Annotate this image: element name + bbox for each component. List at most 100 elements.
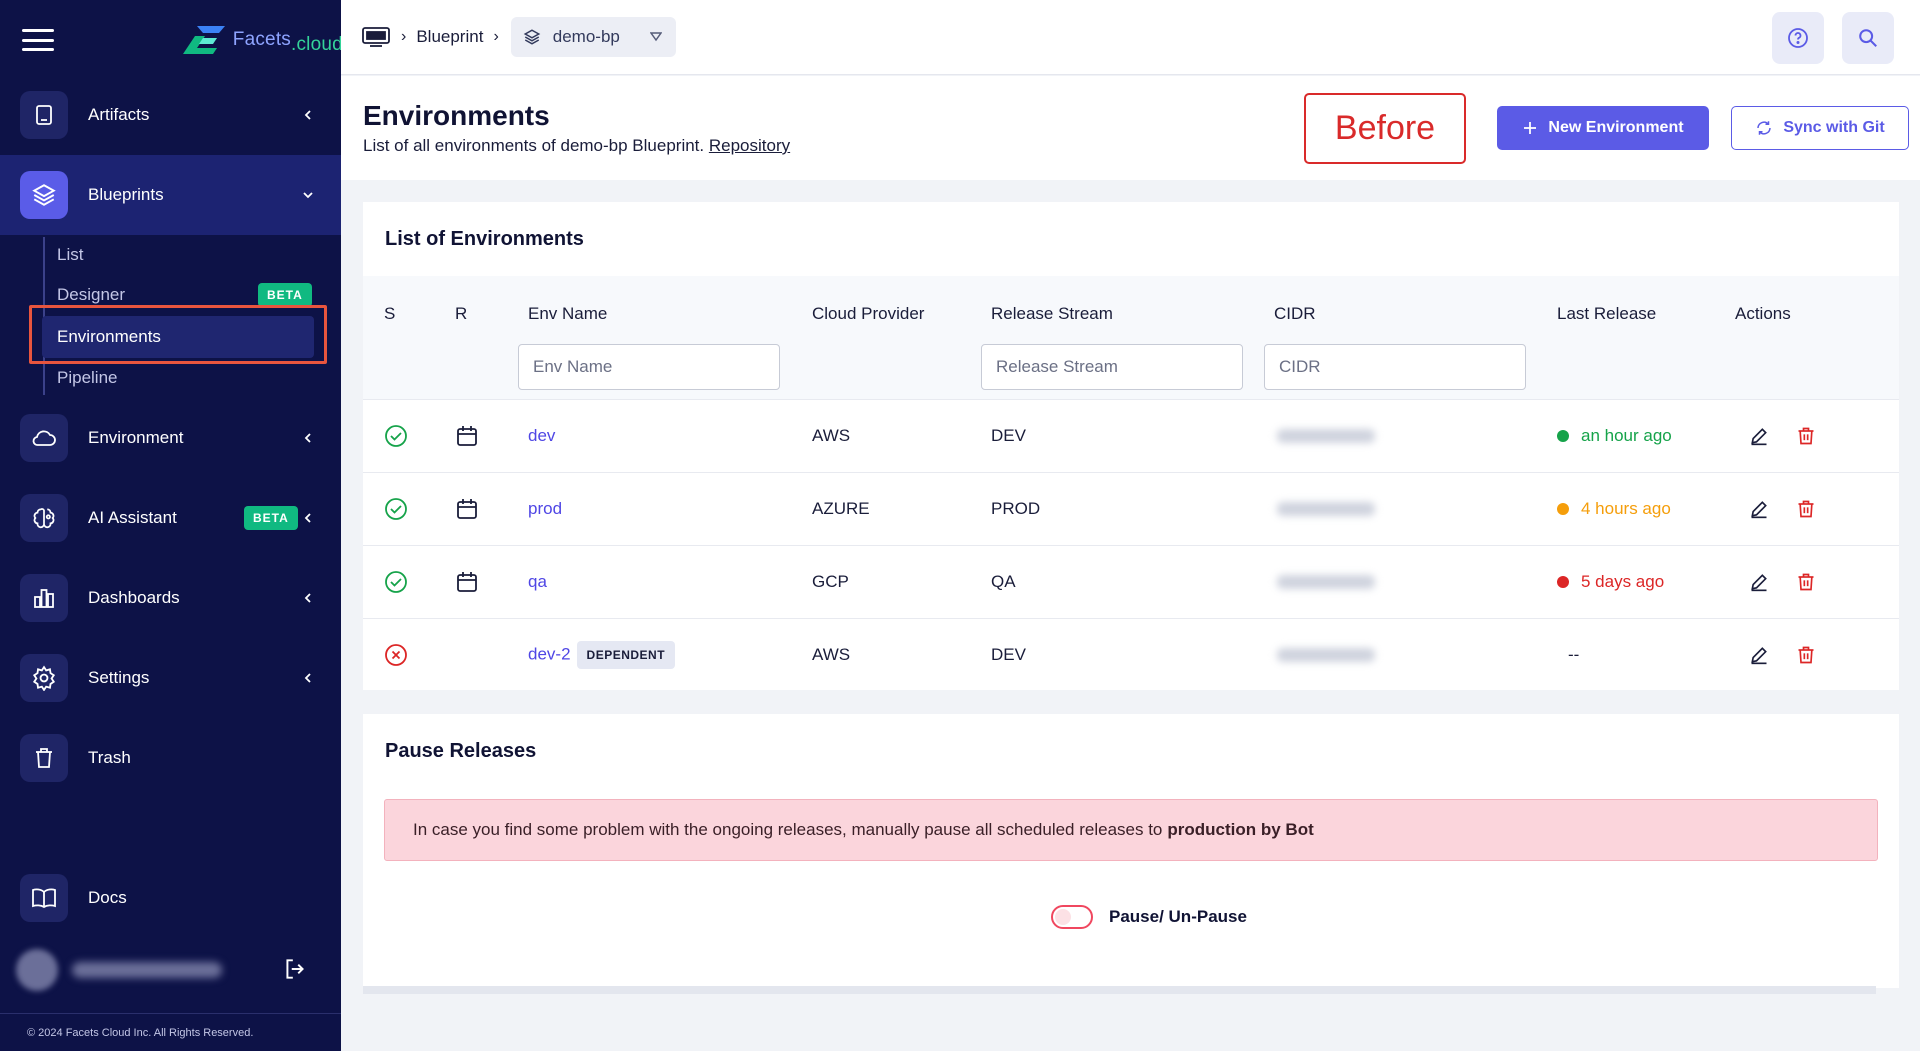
edit-icon[interactable] xyxy=(1749,572,1769,592)
env-name-link[interactable]: prod xyxy=(528,499,562,519)
caret-down-icon xyxy=(649,32,662,42)
brand-suffix: .cloud xyxy=(291,33,343,55)
last-release: 4 hours ago xyxy=(1557,499,1671,519)
sidebar-subitem-list[interactable]: List xyxy=(57,245,83,265)
cidr-filter[interactable]: CIDR xyxy=(1264,344,1526,390)
facets-logo-icon xyxy=(182,26,225,54)
release-stream-filter[interactable]: Release Stream xyxy=(981,344,1243,390)
sidebar-item-docs[interactable]: Docs xyxy=(0,858,341,938)
pause-releases-title: Pause Releases xyxy=(385,740,537,762)
environments-title: List of Environments xyxy=(385,228,584,250)
sidebar-item-ai-assistant[interactable]: AI Assistant BETA xyxy=(0,478,341,558)
logout-icon[interactable] xyxy=(282,956,308,982)
env-name-cell: dev-2 DEPENDENT xyxy=(528,641,676,669)
sidebar-item-environment[interactable]: Environment xyxy=(0,398,341,478)
pause-toggle[interactable] xyxy=(1051,905,1093,929)
blueprint-select[interactable]: demo-bp xyxy=(510,17,676,57)
cloud-provider: AWS xyxy=(812,645,851,664)
calendar-icon[interactable] xyxy=(455,424,479,448)
edit-icon[interactable] xyxy=(1749,499,1769,519)
sidebar-item-artifacts[interactable]: Artifacts xyxy=(0,75,341,155)
table-row[interactable]: dev AWS DEV an hour ago xyxy=(363,399,1899,472)
delete-icon[interactable] xyxy=(1796,426,1816,446)
page-subtitle-text: List of all environments of demo-bp Blue… xyxy=(363,136,705,155)
env-name-link[interactable]: qa xyxy=(528,572,547,592)
layers-icon xyxy=(20,171,68,219)
beta-badge: BETA xyxy=(258,283,312,307)
breadcrumb-separator: › xyxy=(493,28,499,45)
delete-icon[interactable] xyxy=(1796,572,1816,592)
sidebar-item-label: AI Assistant xyxy=(88,508,177,527)
demo-monitor-icon[interactable] xyxy=(361,26,391,48)
chevron-left-icon xyxy=(304,110,311,120)
sidebar-subitem-designer[interactable]: Designer xyxy=(57,285,125,305)
calendar-icon[interactable] xyxy=(455,570,479,594)
table-row[interactable]: qa GCP QA 5 days ago xyxy=(363,545,1899,618)
repository-link[interactable]: Repository xyxy=(709,136,790,155)
check-circle-icon xyxy=(385,498,407,520)
chevron-down-icon xyxy=(303,192,313,199)
cidr-redacted xyxy=(1277,648,1375,662)
sync-with-git-button[interactable]: Sync with Git xyxy=(1731,106,1909,150)
table-row[interactable]: dev-2 DEPENDENT AWS DEV -- xyxy=(363,618,1899,691)
sidebar-item-settings[interactable]: Settings xyxy=(0,638,341,718)
logo[interactable]: Facets.cloud xyxy=(182,26,343,55)
cloud-provider: AZURE xyxy=(812,499,870,518)
edit-icon[interactable] xyxy=(1749,645,1769,665)
check-circle-icon xyxy=(385,571,407,593)
cidr-redacted xyxy=(1277,502,1375,516)
breadcrumb-separator: › xyxy=(401,28,407,45)
sync-with-git-label: Sync with Git xyxy=(1783,119,1885,136)
status-dot xyxy=(1557,576,1569,588)
column-env-name: Env Name xyxy=(528,304,608,323)
calendar-icon[interactable] xyxy=(455,497,479,521)
status-dot xyxy=(1557,503,1569,515)
column-release-stream: Release Stream xyxy=(991,304,1113,323)
pause-releases-card: Pause Releases In case you find some pro… xyxy=(363,714,1899,988)
breadcrumb-blueprint[interactable]: Blueprint xyxy=(416,27,483,47)
env-name-filter[interactable]: Env Name xyxy=(518,344,780,390)
check-circle-icon xyxy=(385,425,407,447)
edit-icon[interactable] xyxy=(1749,426,1769,446)
sidebar-item-label: Environment xyxy=(88,428,184,447)
menu-icon[interactable] xyxy=(22,29,54,51)
release-stream: PROD xyxy=(991,499,1041,518)
topbar: › Blueprint › demo-bp xyxy=(341,0,1920,75)
chevron-left-icon xyxy=(304,593,311,603)
avatar xyxy=(16,949,58,991)
cloud-provider: AWS xyxy=(812,426,851,445)
delete-icon[interactable] xyxy=(1796,645,1816,665)
column-last-release: Last Release xyxy=(1557,304,1657,323)
search-button[interactable] xyxy=(1842,12,1894,64)
help-icon xyxy=(1788,28,1808,48)
sidebar-item-blueprints[interactable]: Blueprints xyxy=(0,155,341,235)
env-name-link[interactable]: dev xyxy=(528,426,555,446)
new-environment-button[interactable]: New Environment xyxy=(1497,106,1709,150)
cidr-redacted xyxy=(1277,575,1375,589)
release-stream: QA xyxy=(991,572,1016,591)
cidr-redacted xyxy=(1277,429,1375,443)
trash-icon xyxy=(20,734,68,782)
last-release-text: 4 hours ago xyxy=(1581,499,1671,518)
sidebar-item-dashboards[interactable]: Dashboards xyxy=(0,558,341,638)
dependent-badge: DEPENDENT xyxy=(576,641,676,669)
sidebar-item-trash[interactable]: Trash xyxy=(0,718,341,798)
brain-icon xyxy=(20,494,68,542)
table-row[interactable]: prod AZURE PROD 4 hours ago xyxy=(363,472,1899,545)
user-profile[interactable] xyxy=(16,945,236,995)
help-button[interactable] xyxy=(1772,12,1824,64)
column-s: S xyxy=(384,304,396,323)
user-name-redacted xyxy=(72,962,222,978)
page-header: Environments List of all environments of… xyxy=(341,76,1920,180)
cloud-icon xyxy=(20,414,68,462)
sidebar-subitem-pipeline[interactable]: Pipeline xyxy=(57,368,118,388)
delete-icon[interactable] xyxy=(1796,499,1816,519)
new-environment-label: New Environment xyxy=(1548,119,1684,136)
sidebar-item-label: Dashboards xyxy=(88,588,180,607)
sidebar-item-label: Docs xyxy=(88,888,127,907)
pause-toggle-row[interactable]: Pause/ Un-Pause xyxy=(1051,905,1247,929)
env-name-link[interactable]: dev-2 xyxy=(528,644,571,663)
page-title: Environments xyxy=(363,100,550,131)
chevron-left-icon xyxy=(304,513,311,523)
page-subtitle: List of all environments of demo-bp Blue… xyxy=(363,136,790,156)
